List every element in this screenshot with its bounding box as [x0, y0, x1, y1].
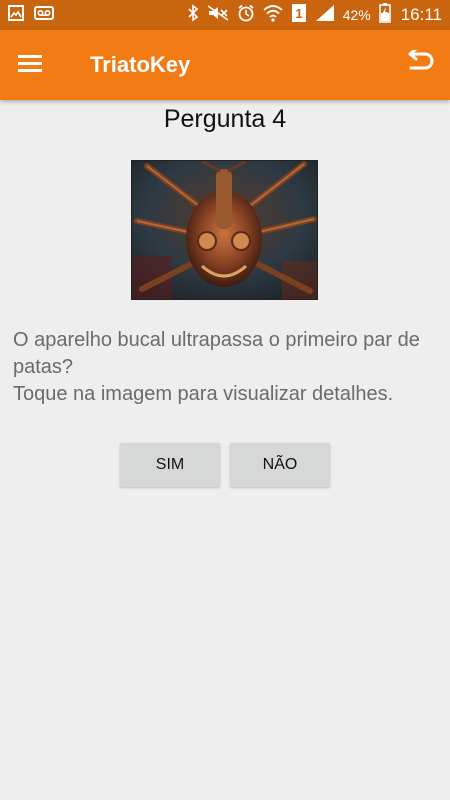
question-text: O aparelho bucal ultrapassa o primeiro p…	[13, 327, 433, 408]
insect-photo[interactable]	[131, 160, 318, 300]
gallery-icon	[8, 4, 24, 26]
mute-icon	[207, 4, 229, 26]
undo-return-icon	[405, 47, 435, 81]
question-title: Pergunta 4	[163, 105, 287, 133]
battery-charging-icon	[378, 2, 391, 28]
question-text-line2: Toque na imagem para visualizar detalhes…	[13, 383, 394, 405]
no-button[interactable]: NÃO	[230, 443, 330, 487]
status-bar: 1 42% 16:11	[0, 0, 450, 30]
signal-icon	[315, 4, 335, 27]
battery-percent: 42%	[342, 7, 371, 23]
clock: 16:11	[400, 5, 442, 24]
hamburger-menu-icon	[17, 53, 43, 78]
app-bar: TriatoKey	[0, 30, 450, 100]
menu-button[interactable]	[12, 50, 48, 80]
back-button[interactable]	[404, 47, 436, 81]
wifi-icon	[263, 4, 283, 27]
yes-button[interactable]: SIM	[120, 443, 220, 487]
svg-text:1: 1	[295, 6, 302, 21]
voicemail-icon	[34, 5, 54, 26]
status-bar-left	[8, 4, 54, 26]
alarm-icon	[237, 4, 255, 27]
status-bar-right: 1 42% 16:11	[187, 2, 442, 28]
question-text-line1: O aparelho bucal ultrapassa o primeiro p…	[13, 329, 420, 378]
app-title: TriatoKey	[90, 52, 191, 77]
sim1-icon: 1	[291, 3, 307, 28]
bluetooth-icon	[187, 3, 199, 27]
